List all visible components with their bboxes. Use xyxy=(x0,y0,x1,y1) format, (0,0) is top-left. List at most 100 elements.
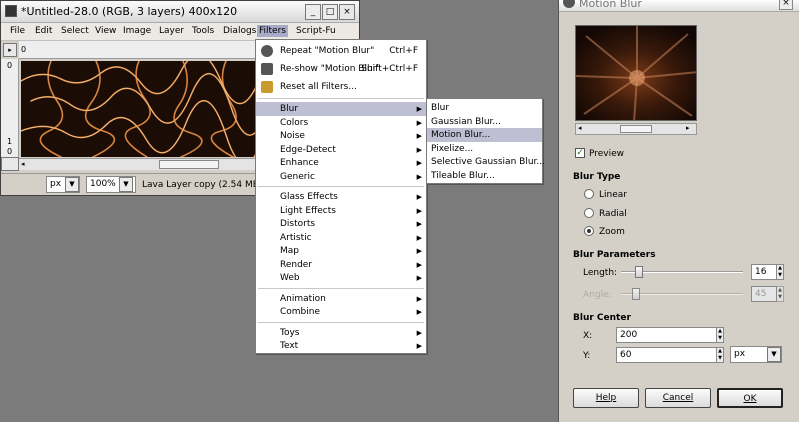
dialog-titlebar[interactable]: Motion Blur × xyxy=(559,0,799,12)
menu-filters[interactable]: Filters xyxy=(257,25,288,37)
submenu-arrow-icon: ▶ xyxy=(416,172,422,181)
preview-label: Preview xyxy=(589,149,625,159)
menu-item-animation[interactable]: Animation ▶ xyxy=(256,292,426,306)
menu-item-map[interactable]: Map ▶ xyxy=(256,244,426,258)
menu-separator xyxy=(258,287,424,289)
menu-item-distorts[interactable]: Distorts ▶ xyxy=(256,217,426,231)
chevron-down-icon[interactable]: ▼ xyxy=(65,177,79,192)
menu-item-label: Glass Effects xyxy=(280,192,338,202)
menu-item-reset-all-filters[interactable]: Reset all Filters... xyxy=(256,78,426,96)
submenu-item-label: Selective Gaussian Blur... xyxy=(431,157,545,167)
cancel-button[interactable]: Cancel xyxy=(645,388,711,408)
submenu-item-label: Blur xyxy=(431,103,450,113)
menu-item-enhance[interactable]: Enhance ▶ xyxy=(256,156,426,170)
menu-item-noise[interactable]: Noise ▶ xyxy=(256,129,426,143)
cancel-button-label: Cancel xyxy=(662,393,694,403)
help-button[interactable]: Help xyxy=(573,388,639,408)
gimp-app-icon xyxy=(5,5,17,17)
maximize-button[interactable]: □ xyxy=(322,4,338,20)
menu-item-text[interactable]: Text ▶ xyxy=(256,339,426,353)
menu-separator xyxy=(258,98,424,99)
menu-item-toys[interactable]: Toys ▶ xyxy=(256,326,426,340)
menu-item-render[interactable]: Render ▶ xyxy=(256,258,426,272)
submenu-arrow-icon: ▶ xyxy=(416,220,422,228)
menu-item-artistic[interactable]: Artistic ▶ xyxy=(256,231,426,245)
radio-radial[interactable] xyxy=(584,208,594,218)
help-button-label: Help xyxy=(595,393,617,403)
menu-item-glass-effects[interactable]: Glass Effects ▶ xyxy=(256,190,426,204)
x-input[interactable]: 200 xyxy=(616,327,717,343)
submenu-item-selective-gaussian-blur[interactable]: Selective Gaussian Blur... xyxy=(427,155,545,169)
submenu-arrow-icon: ▶ xyxy=(416,260,422,269)
menu-select[interactable]: Select xyxy=(59,25,91,37)
menu-layer[interactable]: Layer xyxy=(157,25,186,37)
x-label: X: xyxy=(583,331,593,341)
submenu-item-tileable-blur[interactable]: Tileable Blur... xyxy=(427,169,542,183)
scroll-left-icon[interactable]: ◂ xyxy=(578,124,582,132)
submenu-arrow-icon: ▶ xyxy=(416,233,422,242)
submenu-arrow-icon: ▶ xyxy=(416,145,422,154)
preview-image xyxy=(575,25,697,121)
image-window-title: *Untitled-28.0 (RGB, 3 layers) 400x120 xyxy=(21,5,238,18)
submenu-arrow-icon: ▶ xyxy=(416,132,422,140)
menu-image[interactable]: Image xyxy=(121,25,153,37)
scrollbar-thumb[interactable] xyxy=(159,160,219,169)
preview-scrollbar[interactable]: ◂ ▸ xyxy=(575,123,697,135)
menu-arrow-button[interactable]: ▸ xyxy=(3,43,17,57)
ok-button[interactable]: OK xyxy=(717,388,783,408)
menu-file[interactable]: File xyxy=(8,25,27,37)
menu-separator xyxy=(258,321,424,323)
y-spin-icon[interactable]: ▲ ▼ xyxy=(716,347,724,363)
dialog-close-icon[interactable]: × xyxy=(779,0,793,10)
submenu-arrow-icon: ▶ xyxy=(416,206,422,215)
menu-item-label: Combine xyxy=(280,307,321,317)
submenu-item-pixelize[interactable]: Pixelize... xyxy=(427,142,542,156)
menu-item-label: Text xyxy=(280,341,299,351)
menu-item-edge-detect[interactable]: Edge-Detect ▶ xyxy=(256,143,426,157)
submenu-item-motion-blur[interactable]: Motion Blur... xyxy=(427,128,542,142)
menu-tools[interactable]: Tools xyxy=(190,25,216,37)
menu-item-re-show-motion-blur[interactable]: Re-show "Motion Blur" Shift+Ctrl+F xyxy=(256,60,426,78)
menu-item-generic[interactable]: Generic ▶ xyxy=(256,170,426,184)
scroll-right-icon[interactable]: ▸ xyxy=(686,124,690,132)
menu-edit[interactable]: Edit xyxy=(33,25,54,37)
radio-linear[interactable] xyxy=(584,189,594,199)
angle-label: Angle: xyxy=(583,290,612,300)
radio-linear-label: Linear xyxy=(599,190,627,200)
menu-item-repeat-motion-blur[interactable]: Repeat "Motion Blur" Ctrl+F xyxy=(256,42,426,60)
blur-center-header: Blur Center xyxy=(573,313,631,323)
menu-item-combine[interactable]: Combine ▶ xyxy=(256,305,426,319)
chevron-down-icon[interactable]: ▼ xyxy=(119,177,133,192)
blur-submenu: Blur Gaussian Blur... Motion Blur... Pixeli… xyxy=(426,98,545,184)
menu-item-blur[interactable]: Blur ▶ xyxy=(256,102,426,116)
menu-item-colors[interactable]: Colors ▶ xyxy=(256,116,426,130)
quick-mask-toggle[interactable] xyxy=(1,157,19,171)
length-spin-icon[interactable]: ▲ ▼ xyxy=(776,264,784,280)
submenu-item-blur[interactable]: Blur xyxy=(427,101,542,115)
menu-item-web[interactable]: Web ▶ xyxy=(256,271,426,285)
chevron-down-icon[interactable]: ▼ xyxy=(767,347,781,362)
image-window-titlebar[interactable]: *Untitled-28.0 (RGB, 3 layers) 400x120 _… xyxy=(1,1,359,23)
menu-item-label: Web xyxy=(280,273,300,283)
minimize-button[interactable]: _ xyxy=(305,4,321,20)
submenu-arrow-icon: ▶ xyxy=(416,247,422,255)
submenu-arrow-icon: ▶ xyxy=(416,118,422,127)
submenu-item-gaussian-blur[interactable]: Gaussian Blur... xyxy=(427,115,542,129)
menu-separator xyxy=(258,186,424,187)
x-spin-icon[interactable]: ▲ ▼ xyxy=(716,327,724,343)
scroll-left-icon[interactable]: ◂ xyxy=(21,160,25,168)
menu-item-light-effects[interactable]: Light Effects ▶ xyxy=(256,204,426,218)
menu-item-label: Colors xyxy=(280,117,309,128)
menu-script-fu[interactable]: Script-Fu xyxy=(294,25,338,37)
menu-dialogs[interactable]: Dialogs xyxy=(221,25,258,37)
length-value[interactable]: 16 xyxy=(751,264,777,280)
y-input[interactable]: 60 xyxy=(616,347,717,363)
angle-slider-knob xyxy=(631,288,640,300)
length-label: Length: xyxy=(583,268,618,278)
scrollbar-thumb[interactable] xyxy=(620,125,652,133)
radio-zoom[interactable] xyxy=(584,226,594,236)
preview-checkbox[interactable]: ✓ xyxy=(575,148,585,158)
length-slider-knob[interactable] xyxy=(635,266,644,278)
close-button[interactable]: × xyxy=(339,4,355,20)
menu-view[interactable]: View xyxy=(93,25,118,37)
